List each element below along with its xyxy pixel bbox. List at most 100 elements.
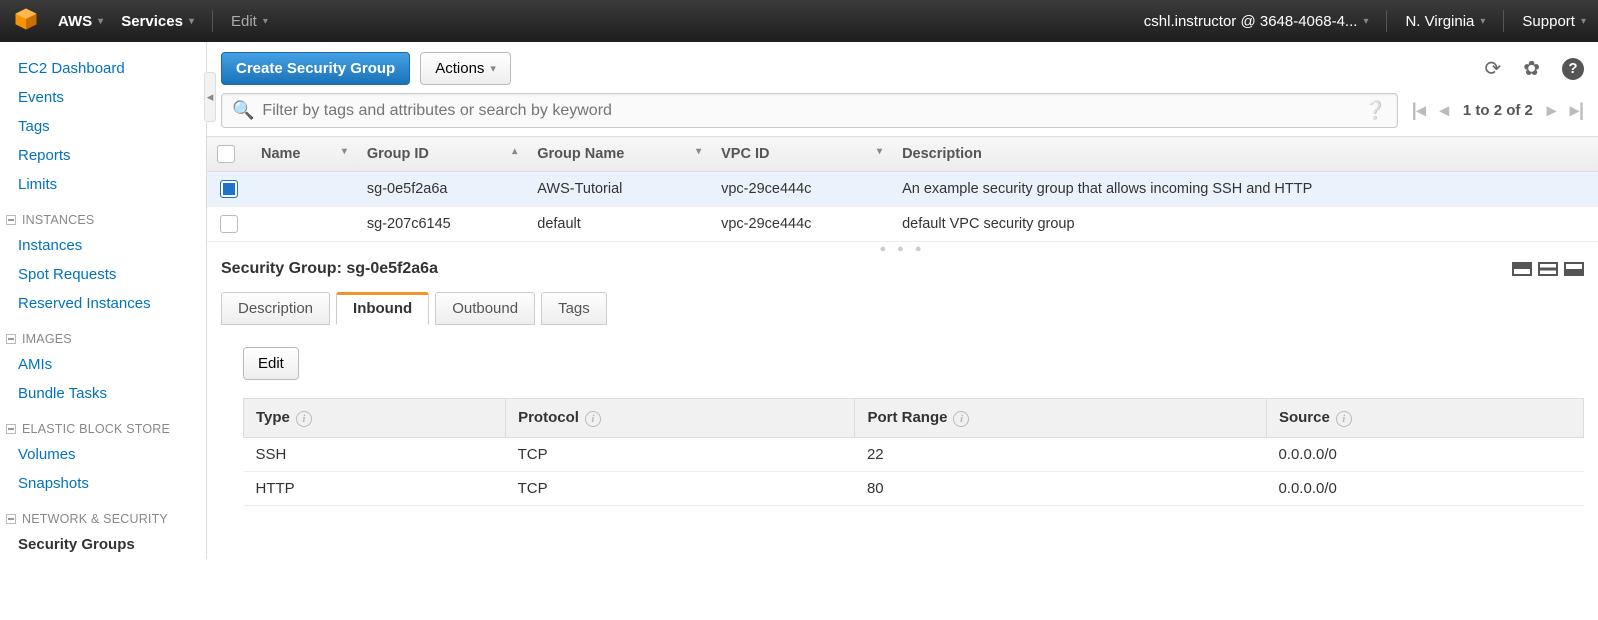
col-description[interactable]: Description bbox=[892, 137, 1598, 172]
sidebar-item-reserved-instances[interactable]: Reserved Instances bbox=[0, 289, 206, 318]
cell-name bbox=[251, 172, 357, 207]
nav-account[interactable]: cshl.instructor @ 3648-4068-4... ▾ bbox=[1144, 13, 1369, 30]
rule-row: SSH TCP 22 0.0.0.0/0 bbox=[244, 438, 1584, 472]
nav-services[interactable]: Services▾ bbox=[121, 13, 194, 30]
sidebar-item-limits[interactable]: Limits bbox=[0, 170, 206, 199]
top-nav: AWS▾ Services▾ Edit▾ cshl.instructor @ 3… bbox=[0, 0, 1598, 42]
rule-col-type: Typei bbox=[244, 399, 506, 438]
action-toolbar: Create Security Group Actions ▾ ⟳ ✿ ? bbox=[207, 42, 1598, 93]
sidebar-item-tags[interactable]: Tags bbox=[0, 112, 206, 141]
page-last-icon[interactable]: ▸| bbox=[1570, 100, 1584, 121]
sidebar-item-dashboard[interactable]: EC2 Dashboard bbox=[0, 54, 206, 83]
checkbox-icon[interactable] bbox=[217, 145, 235, 163]
sidebar-item-events[interactable]: Events bbox=[0, 83, 206, 112]
caret-down-icon: ▾ bbox=[1581, 16, 1586, 27]
nav-region[interactable]: N. Virginia▾ bbox=[1405, 13, 1485, 30]
search-help-icon[interactable]: ❔ bbox=[1364, 100, 1386, 121]
detail-title: Security Group: sg-0e5f2a6a bbox=[221, 260, 438, 278]
nav-support[interactable]: Support ▾ bbox=[1522, 13, 1586, 30]
search-box[interactable]: 🔍 ❔ bbox=[221, 93, 1398, 128]
cell-description: default VPC security group bbox=[892, 207, 1598, 242]
page-info: 1 to 2 of 2 bbox=[1463, 102, 1533, 119]
sidebar-section-ebs[interactable]: ELASTIC BLOCK STORE bbox=[0, 408, 206, 440]
nav-aws[interactable]: AWS▾ bbox=[58, 13, 103, 30]
col-group-id[interactable]: Group ID▴ bbox=[357, 137, 527, 172]
layout-switcher bbox=[1512, 262, 1584, 276]
edit-rules-button[interactable]: Edit bbox=[243, 347, 299, 380]
sidebar-item-reports[interactable]: Reports bbox=[0, 141, 206, 170]
search-icon: 🔍 bbox=[232, 100, 254, 121]
tab-description[interactable]: Description bbox=[221, 292, 330, 325]
cell-vpc-id: vpc-29ce444c bbox=[711, 207, 892, 242]
row-checkbox[interactable] bbox=[220, 215, 238, 233]
help-icon[interactable]: ? bbox=[1562, 58, 1584, 80]
aws-logo-icon[interactable] bbox=[12, 5, 40, 37]
col-name[interactable]: Name▾ bbox=[251, 137, 357, 172]
refresh-icon[interactable]: ⟳ bbox=[1484, 56, 1501, 81]
layout-top-icon[interactable] bbox=[1512, 262, 1532, 276]
col-label: VPC ID bbox=[721, 146, 769, 162]
divider bbox=[1386, 10, 1387, 32]
nav-account-label: cshl.instructor @ 3648-4068-4... bbox=[1144, 13, 1358, 30]
info-icon[interactable]: i bbox=[585, 411, 601, 427]
nav-support-label: Support bbox=[1522, 13, 1575, 30]
nav-edit[interactable]: Edit▾ bbox=[231, 13, 268, 30]
row-checkbox[interactable] bbox=[220, 180, 238, 198]
info-icon[interactable]: i bbox=[1336, 411, 1352, 427]
caret-down-icon: ▾ bbox=[1363, 16, 1368, 27]
layout-split-icon[interactable] bbox=[1538, 262, 1558, 276]
page-first-icon[interactable]: |◂ bbox=[1412, 100, 1426, 121]
col-label: Source bbox=[1279, 409, 1330, 426]
cell-group-name: default bbox=[527, 207, 711, 242]
col-select-all[interactable] bbox=[207, 137, 251, 172]
actions-button[interactable]: Actions ▾ bbox=[420, 52, 511, 85]
page-next-icon[interactable]: ▸ bbox=[1547, 100, 1556, 121]
rule-col-protocol: Protocoli bbox=[506, 399, 855, 438]
rule-type: SSH bbox=[244, 438, 506, 472]
col-group-name[interactable]: Group Name▾ bbox=[527, 137, 711, 172]
sidebar-item-bundle-tasks[interactable]: Bundle Tasks bbox=[0, 379, 206, 408]
collapse-icon bbox=[6, 514, 16, 524]
sidebar-item-snapshots[interactable]: Snapshots bbox=[0, 469, 206, 498]
pager: |◂ ◂ 1 to 2 of 2 ▸ ▸| bbox=[1412, 100, 1584, 121]
sidebar-item-spot-requests[interactable]: Spot Requests bbox=[0, 260, 206, 289]
create-security-group-button[interactable]: Create Security Group bbox=[221, 52, 410, 85]
rule-col-source: Sourcei bbox=[1266, 399, 1583, 438]
cell-group-id: sg-207c6145 bbox=[357, 207, 527, 242]
sidebar-item-security-groups[interactable]: Security Groups bbox=[0, 530, 206, 559]
info-icon[interactable]: i bbox=[296, 411, 312, 427]
sidebar-item-amis[interactable]: AMIs bbox=[0, 350, 206, 379]
table-row[interactable]: sg-207c6145 default vpc-29ce444c default… bbox=[207, 207, 1598, 242]
tab-tags[interactable]: Tags bbox=[541, 292, 607, 325]
sidebar-item-instances[interactable]: Instances bbox=[0, 231, 206, 260]
rule-port: 22 bbox=[855, 438, 1266, 472]
tab-inbound[interactable]: Inbound bbox=[336, 292, 429, 325]
settings-gear-icon[interactable]: ✿ bbox=[1523, 56, 1540, 81]
cell-vpc-id: vpc-29ce444c bbox=[711, 172, 892, 207]
detail-tabs: Description Inbound Outbound Tags bbox=[221, 292, 1584, 325]
split-handle[interactable]: ● ● ● bbox=[207, 242, 1598, 256]
sort-icon: ▾ bbox=[342, 146, 347, 157]
actions-label: Actions bbox=[435, 60, 484, 77]
col-label: Type bbox=[256, 409, 290, 426]
sidebar-section-network[interactable]: NETWORK & SECURITY bbox=[0, 498, 206, 530]
collapse-icon bbox=[6, 215, 16, 225]
cell-group-name: AWS-Tutorial bbox=[527, 172, 711, 207]
table-row[interactable]: sg-0e5f2a6a AWS-Tutorial vpc-29ce444c An… bbox=[207, 172, 1598, 207]
info-icon[interactable]: i bbox=[953, 411, 969, 427]
cell-description: An example security group that allows in… bbox=[892, 172, 1598, 207]
sidebar-section-instances[interactable]: INSTANCES bbox=[0, 199, 206, 231]
page-prev-icon[interactable]: ◂ bbox=[1440, 100, 1449, 121]
nav-aws-label: AWS bbox=[58, 13, 92, 30]
search-input[interactable] bbox=[262, 102, 1364, 120]
sidebar-item-volumes[interactable]: Volumes bbox=[0, 440, 206, 469]
layout-bottom-icon[interactable] bbox=[1564, 262, 1584, 276]
caret-down-icon: ▾ bbox=[490, 62, 496, 75]
sidebar-collapse-handle[interactable]: ◂ bbox=[204, 72, 216, 122]
col-vpc-id[interactable]: VPC ID▾ bbox=[711, 137, 892, 172]
inbound-rules-table: Typei Protocoli Port Rangei Sourcei SSH … bbox=[243, 398, 1584, 506]
tab-outbound[interactable]: Outbound bbox=[435, 292, 535, 325]
nav-edit-label: Edit bbox=[231, 13, 257, 30]
rule-protocol: TCP bbox=[506, 472, 855, 506]
sidebar-section-images[interactable]: IMAGES bbox=[0, 318, 206, 350]
